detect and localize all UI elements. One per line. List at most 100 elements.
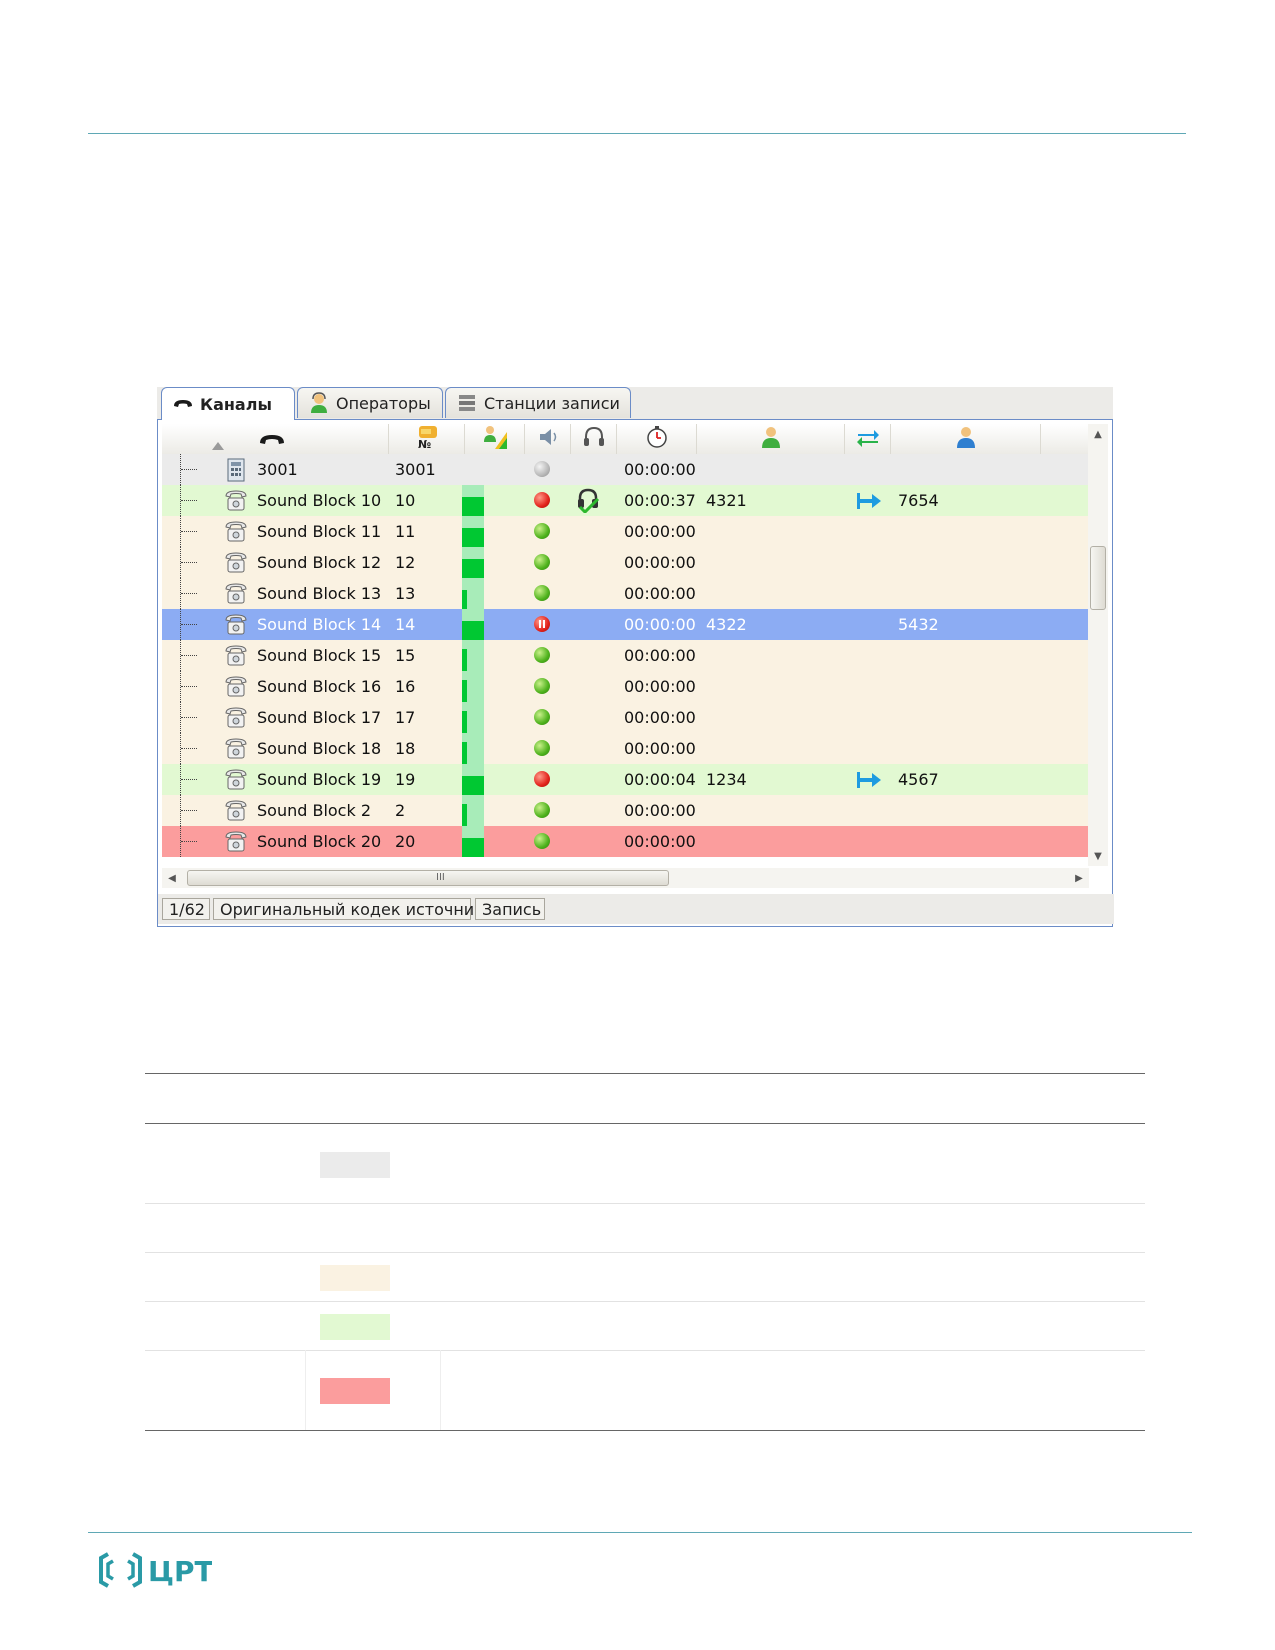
channel-number: 20 xyxy=(395,832,416,851)
channel-number: 16 xyxy=(395,677,416,696)
channel-row[interactable]: Sound Block 19 19 00:00:04 1234 4567 xyxy=(162,764,1089,795)
call-duration: 00:00:00 xyxy=(624,708,696,727)
call-duration: 00:00:00 xyxy=(624,553,696,572)
column-speaker[interactable] xyxy=(525,424,571,454)
channel-number: 17 xyxy=(395,708,416,727)
channel-row[interactable]: Sound Block 11 11 00:00:00 xyxy=(162,516,1089,547)
tab-recording-stations[interactable]: Станции записи xyxy=(445,387,631,418)
channel-row[interactable]: Sound Block 15 15 00:00:00 xyxy=(162,640,1089,671)
call-duration: 00:00:37 xyxy=(624,491,696,510)
channel-row[interactable]: Sound Block 13 13 00:00:00 xyxy=(162,578,1089,609)
legend-table xyxy=(145,1073,1145,1431)
call-duration: 00:00:00 xyxy=(624,615,696,634)
status-indicator-icon xyxy=(534,554,550,570)
callee-number: 7654 xyxy=(898,491,939,510)
scroll-down-icon[interactable]: ▼ xyxy=(1088,846,1108,866)
channel-name: Sound Block 2 xyxy=(257,801,372,820)
tab-channels-label: Каналы xyxy=(200,394,272,414)
call-duration: 00:00:00 xyxy=(624,584,696,603)
channel-row[interactable]: Sound Block 14 14 00:00:00 4322 5432 xyxy=(162,609,1089,640)
listening-headset-icon[interactable] xyxy=(574,487,602,515)
channel-name: Sound Block 19 xyxy=(257,770,382,789)
tree-connector xyxy=(180,733,199,764)
pause-indicator-icon xyxy=(534,616,550,632)
tab-operators[interactable]: Операторы xyxy=(297,387,443,418)
channel-name: Sound Block 10 xyxy=(257,491,382,510)
speaker-icon xyxy=(537,426,559,452)
channel-name: Sound Block 14 xyxy=(257,615,382,634)
channel-row[interactable]: Sound Block 16 16 00:00:00 xyxy=(162,671,1089,702)
call-duration: 00:00:00 xyxy=(624,646,696,665)
status-indicator-icon xyxy=(534,709,550,725)
table-column-divider xyxy=(305,1350,306,1430)
status-indicator-icon xyxy=(534,678,550,694)
channel-number: 11 xyxy=(395,522,416,541)
status-page: 1/62 xyxy=(162,898,210,920)
telephone-icon xyxy=(224,737,248,759)
status-indicator-icon xyxy=(534,833,550,849)
column-level[interactable] xyxy=(465,424,525,454)
color-swatch-idle xyxy=(320,1152,390,1178)
level-meter xyxy=(462,559,484,578)
column-channel[interactable] xyxy=(162,424,389,454)
column-headphones[interactable] xyxy=(571,424,617,454)
table-row-divider xyxy=(145,1203,1145,1204)
channels-window: Каналы Операторы Станции записи № 3001 3… xyxy=(157,387,1114,927)
level-meter xyxy=(462,776,484,795)
status-indicator-icon xyxy=(534,771,550,787)
tree-connector xyxy=(180,640,199,671)
telephone-icon xyxy=(224,520,248,542)
level-meter xyxy=(462,621,484,640)
tab-channels[interactable]: Каналы xyxy=(161,387,295,420)
tree-connector xyxy=(180,578,199,609)
channel-number: 19 xyxy=(395,770,416,789)
column-caller[interactable] xyxy=(697,424,845,454)
horizontal-scroll-thumb[interactable]: III xyxy=(187,870,669,886)
call-duration: 00:00:04 xyxy=(624,770,696,789)
sort-up-icon[interactable] xyxy=(212,435,224,454)
horizontal-scrollbar[interactable]: ◀ III ▶ xyxy=(162,868,1089,888)
column-number[interactable]: № xyxy=(389,424,465,454)
tree-connector xyxy=(180,702,199,733)
channel-row[interactable]: Sound Block 12 12 00:00:00 xyxy=(162,547,1089,578)
scroll-up-icon[interactable]: ▲ xyxy=(1088,424,1108,444)
telephone-icon xyxy=(224,644,248,666)
level-meter xyxy=(462,838,484,857)
column-callee[interactable] xyxy=(891,424,1041,454)
vertical-scroll-thumb[interactable] xyxy=(1090,546,1106,610)
channel-row[interactable]: Sound Block 18 18 00:00:00 xyxy=(162,733,1089,764)
channel-row[interactable]: Sound Block 2 2 00:00:00 xyxy=(162,795,1089,826)
transfer-icon xyxy=(855,426,881,452)
signal-level-icon xyxy=(481,424,509,454)
status-bar: 1/62 Оригинальный кодек источника Запись xyxy=(158,894,1114,924)
phone-handset-icon xyxy=(172,394,194,414)
channel-row[interactable]: Sound Block 20 20 00:00:00 xyxy=(162,826,1089,857)
channel-row[interactable]: 3001 3001 00:00:00 xyxy=(162,454,1089,485)
vertical-scrollbar[interactable]: ▲ ▼ xyxy=(1088,424,1108,866)
tree-connector xyxy=(180,485,199,516)
telephone-icon xyxy=(224,489,248,511)
status-indicator-icon xyxy=(534,740,550,756)
svg-text:№: № xyxy=(418,438,431,450)
channel-row[interactable]: Sound Block 17 17 00:00:00 xyxy=(162,702,1089,733)
telephone-icon xyxy=(224,799,248,821)
call-duration: 00:00:00 xyxy=(624,522,696,541)
table-header-rule xyxy=(145,1123,1145,1124)
column-transfer[interactable] xyxy=(845,424,891,454)
call-duration: 00:00:00 xyxy=(624,739,696,758)
scroll-left-icon[interactable]: ◀ xyxy=(162,868,182,888)
tab-recording-stations-label: Станции записи xyxy=(484,393,620,413)
grid-header: № xyxy=(162,424,1089,455)
column-duration[interactable] xyxy=(617,424,697,454)
scroll-right-icon[interactable]: ▶ xyxy=(1069,868,1089,888)
channel-name: Sound Block 12 xyxy=(257,553,382,572)
channel-name: Sound Block 17 xyxy=(257,708,382,727)
channel-number: 12 xyxy=(395,553,416,572)
call-duration: 00:00:00 xyxy=(624,801,696,820)
channel-row[interactable]: Sound Block 10 10 00:00:37 4321 7654 xyxy=(162,485,1089,516)
level-meter xyxy=(462,649,467,671)
channel-name: 3001 xyxy=(257,460,298,479)
telephone-icon xyxy=(224,706,248,728)
channels-grid: № 3001 3001 00:00:00 Sound Block 10 10 0… xyxy=(162,424,1089,866)
status-indicator-icon xyxy=(534,585,550,601)
